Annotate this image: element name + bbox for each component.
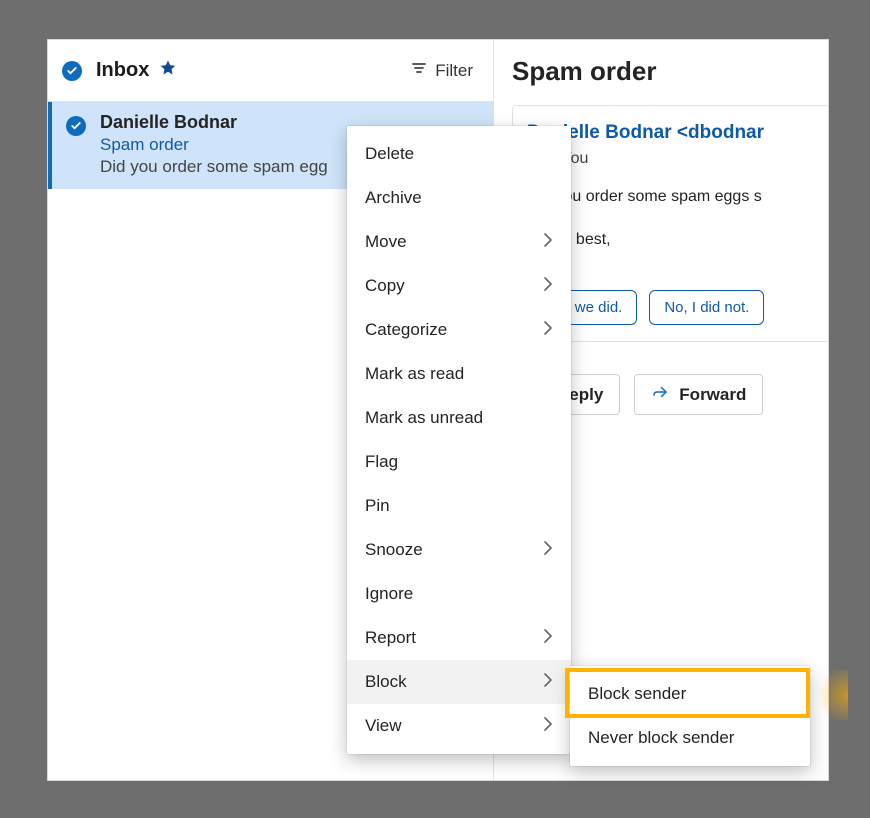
chevron-right-icon xyxy=(543,672,553,692)
chevron-right-icon xyxy=(543,540,553,560)
from-line[interactable]: Danielle Bodnar <dbodnar xyxy=(527,122,828,144)
ctx-item-mark-as-unread[interactable]: Mark as unread xyxy=(347,396,571,440)
block-submenu[interactable]: Block senderNever block sender xyxy=(570,666,810,766)
message-sender: Danielle Bodnar xyxy=(100,112,328,133)
ctx-item-archive[interactable]: Archive xyxy=(347,176,571,220)
forward-button[interactable]: Forward xyxy=(634,374,763,415)
forward-label: Forward xyxy=(679,385,746,405)
ctx-item-label: Delete xyxy=(365,144,414,164)
ctx-item-view[interactable]: View xyxy=(347,704,571,748)
inbox-header: Inbox Filter xyxy=(48,40,493,102)
ctx-item-snooze[interactable]: Snooze xyxy=(347,528,571,572)
ctx-item-label: Block xyxy=(365,672,407,692)
submenu-item-block-sender[interactable]: Block sender xyxy=(570,672,810,716)
ctx-item-label: Copy xyxy=(365,276,405,296)
ctx-item-label: Archive xyxy=(365,188,422,208)
reading-subject: Spam order xyxy=(512,56,828,87)
filter-button[interactable]: Filter xyxy=(411,60,473,81)
ctx-item-label: View xyxy=(365,716,402,736)
ctx-item-label: Report xyxy=(365,628,416,648)
chevron-right-icon xyxy=(543,716,553,736)
ctx-item-pin[interactable]: Pin xyxy=(347,484,571,528)
chevron-right-icon xyxy=(543,628,553,648)
ctx-item-block[interactable]: Block xyxy=(347,660,571,704)
suggested-reply-2[interactable]: No, I did not. xyxy=(649,290,764,325)
message-body: Did you order some spam eggs s All the b… xyxy=(527,186,828,272)
ctx-item-label: Ignore xyxy=(365,584,413,604)
ctx-item-report[interactable]: Report xyxy=(347,616,571,660)
suggested-replies: Yes, we did. No, I did not. xyxy=(527,290,828,325)
chevron-right-icon xyxy=(543,232,553,252)
ctx-item-label: Snooze xyxy=(365,540,423,560)
ctx-item-mark-as-read[interactable]: Mark as read xyxy=(347,352,571,396)
chevron-right-icon xyxy=(543,276,553,296)
ctx-item-categorize[interactable]: Categorize xyxy=(347,308,571,352)
context-menu[interactable]: Delete Archive Move Copy Categorize Mark as r… xyxy=(347,126,571,754)
filter-icon xyxy=(411,60,427,81)
ctx-item-label: Mark as read xyxy=(365,364,464,384)
folder-title: Inbox xyxy=(96,59,149,82)
message-preview: Did you order some spam egg xyxy=(100,157,328,177)
to-line: To: You xyxy=(527,150,828,168)
message-subject: Spam order xyxy=(100,135,328,155)
ctx-item-ignore[interactable]: Ignore xyxy=(347,572,571,616)
submenu-item-never-block-sender[interactable]: Never block sender xyxy=(570,716,810,760)
chevron-right-icon xyxy=(543,320,553,340)
message-selected-icon[interactable] xyxy=(66,116,86,136)
ctx-item-flag[interactable]: Flag xyxy=(347,440,571,484)
favorite-star-icon[interactable] xyxy=(159,59,177,82)
ctx-item-copy[interactable]: Copy xyxy=(347,264,571,308)
select-all-icon[interactable] xyxy=(62,61,82,81)
ctx-item-delete[interactable]: Delete xyxy=(347,132,571,176)
highlight-glow xyxy=(812,670,848,720)
ctx-item-label: Mark as unread xyxy=(365,408,483,428)
message-summary: Danielle Bodnar Spam order Did you order… xyxy=(100,112,328,177)
ctx-item-label: Move xyxy=(365,232,407,252)
ctx-item-label: Pin xyxy=(365,496,390,516)
ctx-item-label: Flag xyxy=(365,452,398,472)
ctx-item-move[interactable]: Move xyxy=(347,220,571,264)
ctx-item-label: Categorize xyxy=(365,320,447,340)
filter-label: Filter xyxy=(435,61,473,81)
forward-icon xyxy=(651,383,669,406)
